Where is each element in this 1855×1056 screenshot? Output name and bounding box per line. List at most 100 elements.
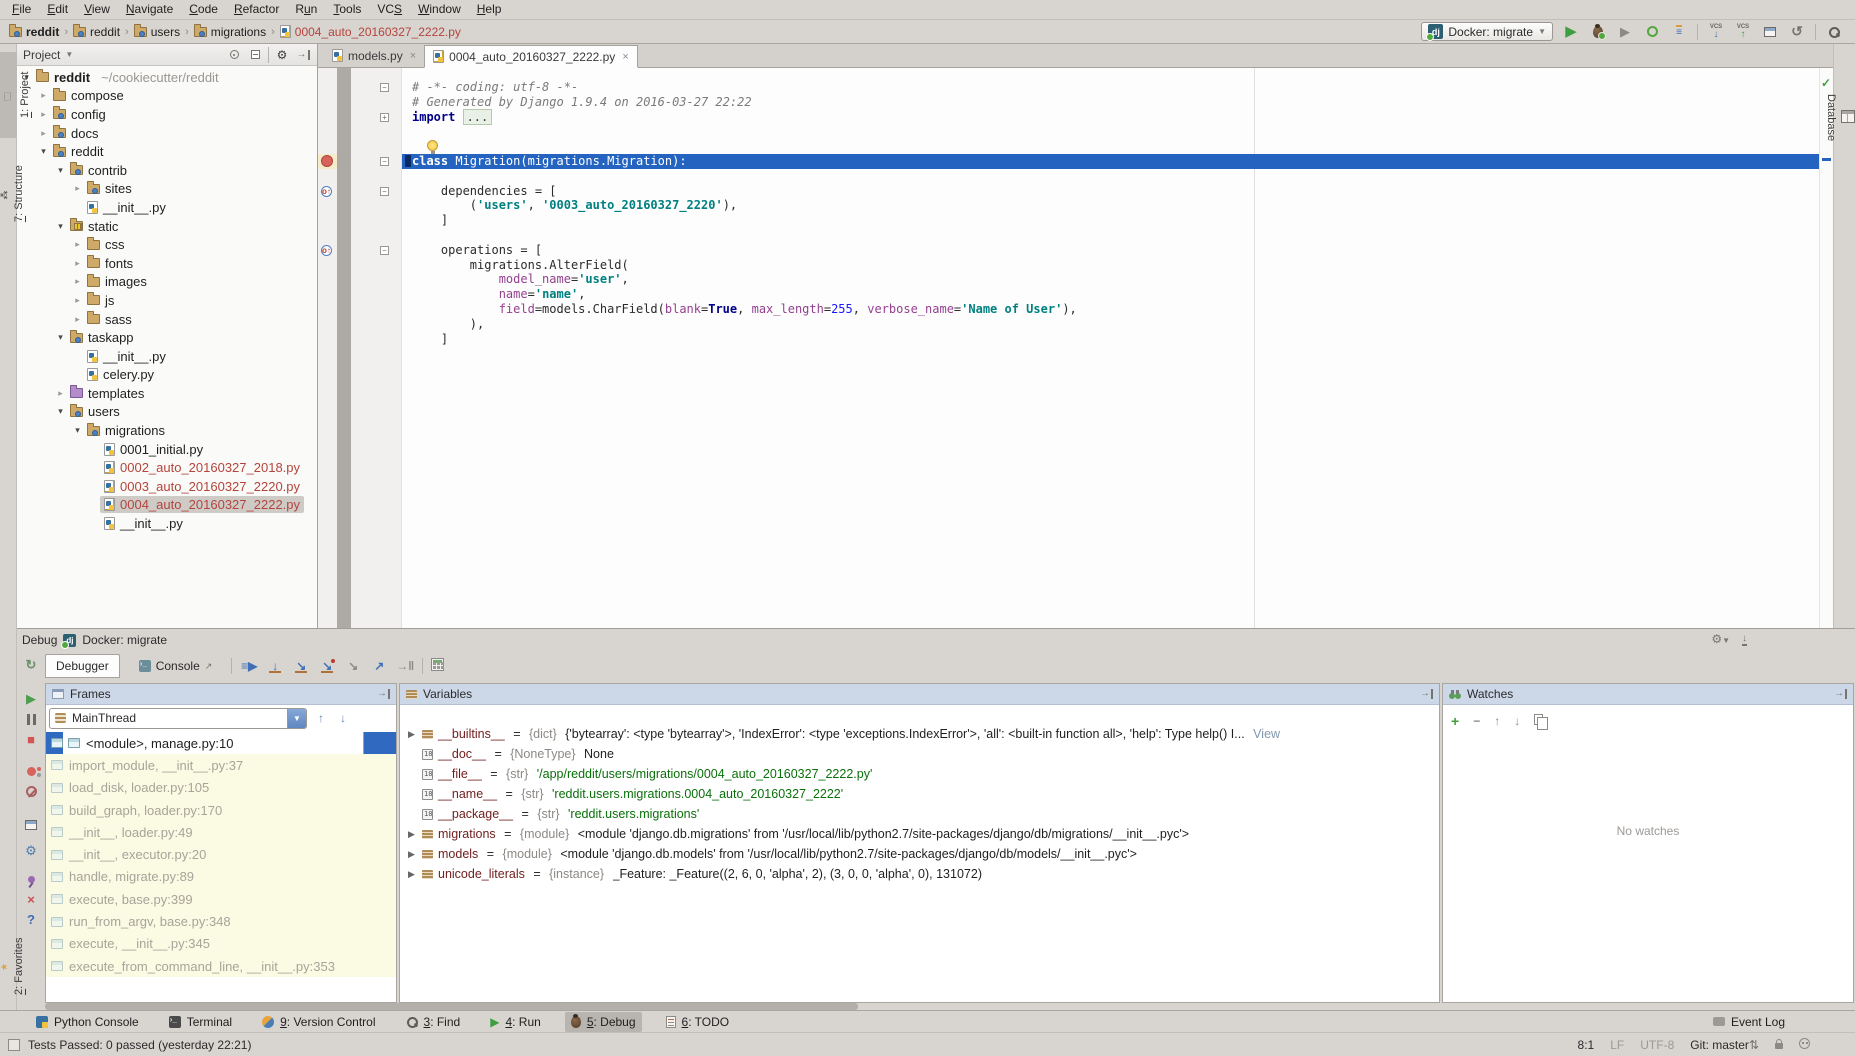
tree-item[interactable]: ▾migrations xyxy=(17,421,317,440)
tree-item[interactable]: ▸css xyxy=(17,235,317,254)
frame-row[interactable]: import_module, __init__.py:37 xyxy=(46,754,396,776)
hide-icon[interactable]: → xyxy=(1834,689,1847,699)
pause-button[interactable] xyxy=(20,709,42,729)
coverage-button[interactable]: ▶ xyxy=(1616,23,1634,41)
tree-toggle-icon[interactable]: ▸ xyxy=(72,276,83,287)
search-everywhere-button[interactable] xyxy=(1825,23,1843,41)
variable-expand-icon[interactable]: ▶ xyxy=(406,869,417,880)
tree-item[interactable]: ▾users xyxy=(17,403,317,422)
tree-toggle-icon[interactable]: ▸ xyxy=(72,258,83,269)
frame-row[interactable]: __init__, executor.py:20 xyxy=(46,843,396,865)
breadcrumb-item[interactable]: reddit xyxy=(9,25,59,39)
variable-expand-icon[interactable]: ▶ xyxy=(406,829,417,840)
variable-row[interactable]: ▶__builtins__ = {dict} {'bytearray': <ty… xyxy=(400,724,1439,744)
caret-position[interactable]: 8:1 xyxy=(1578,1038,1595,1052)
sidebar-tab-favorites[interactable]: ★ 2: Favorites xyxy=(0,920,17,1012)
run-configuration-select[interactable]: dj Docker: migrate ▼ xyxy=(1421,22,1553,41)
folded-imports[interactable]: ... xyxy=(463,109,493,125)
tree-item[interactable]: 0003_auto_20160327_2220.py xyxy=(17,477,317,496)
mute-breakpoints-button[interactable] xyxy=(20,781,42,801)
toolwindow-button-pyconsole[interactable]: Python Console xyxy=(30,1012,145,1032)
menu-item-edit[interactable]: Edit xyxy=(39,0,76,19)
pin-tab-button[interactable] xyxy=(20,869,42,889)
breadcrumb-item[interactable]: migrations xyxy=(194,25,266,39)
breadcrumb-item[interactable]: reddit xyxy=(73,25,120,39)
tree-item[interactable]: ▸templates xyxy=(17,384,317,403)
toolwindow-button-run[interactable]: ▶4: Run xyxy=(484,1012,547,1032)
frame-row[interactable]: run_from_argv, base.py:348 xyxy=(46,910,396,932)
hector-button[interactable] xyxy=(1799,1038,1810,1052)
rerun-button[interactable]: ↻ xyxy=(20,655,42,675)
tree-toggle-icon[interactable]: ▸ xyxy=(38,90,49,101)
tree-toggle-icon[interactable]: ▸ xyxy=(72,295,83,306)
menu-item-view[interactable]: View xyxy=(76,0,118,19)
compare-changes-button[interactable] xyxy=(1761,23,1779,41)
variable-row[interactable]: __file__ = {str} '/app/reddit/users/migr… xyxy=(400,764,1439,784)
tree-item[interactable]: ▸config xyxy=(17,105,317,124)
resume-button[interactable]: ▶ xyxy=(20,689,42,709)
frame-row[interactable]: build_graph, loader.py:170 xyxy=(46,799,396,821)
menu-item-run[interactable]: Run xyxy=(287,0,325,19)
menu-item-navigate[interactable]: Navigate xyxy=(118,0,181,19)
readonly-toggle[interactable] xyxy=(1775,1038,1783,1052)
variable-expand-icon[interactable]: ▶ xyxy=(406,729,417,740)
hide-icon[interactable]: → xyxy=(377,689,390,699)
smart-step-into-button[interactable]: ↘ xyxy=(344,657,362,675)
update-project-button[interactable]: VCS↓ xyxy=(1707,23,1725,41)
menu-item-file[interactable]: File xyxy=(4,0,39,19)
tree-toggle-icon[interactable]: ▸ xyxy=(72,239,83,250)
close-debugger-button[interactable]: × xyxy=(20,889,42,909)
tree-toggle-icon[interactable]: ▸ xyxy=(72,314,83,325)
editor-tab[interactable]: models.py× xyxy=(324,44,424,67)
error-stripe[interactable]: ✓ xyxy=(1819,68,1833,628)
tree-item[interactable]: ▸compose xyxy=(17,87,317,106)
debug-button[interactable] xyxy=(1589,23,1607,41)
toolwindow-button-todo[interactable]: 6: TODO xyxy=(660,1012,736,1032)
restore-layout-button[interactable] xyxy=(20,815,42,835)
evaluate-expression-button[interactable] xyxy=(431,658,444,674)
tree-item[interactable]: ▸js xyxy=(17,291,317,310)
chevron-down-icon[interactable]: ▼ xyxy=(65,50,73,59)
hide-panel-button[interactable]: → xyxy=(295,47,311,63)
git-branch-indicator[interactable]: Git: master⇅ xyxy=(1690,1038,1759,1052)
frame-row[interactable]: __init__, loader.py:49 xyxy=(46,821,396,843)
tab-debugger[interactable]: Debugger xyxy=(45,654,120,678)
tree-toggle-icon[interactable]: ▾ xyxy=(55,221,66,232)
locate-file-button[interactable] xyxy=(226,47,242,63)
tree-toggle-icon[interactable]: ▸ xyxy=(38,109,49,120)
tree-item[interactable]: ▸fonts xyxy=(17,254,317,273)
tab-close-icon[interactable]: × xyxy=(622,51,628,63)
toolwindow-button-debug[interactable]: 5: Debug xyxy=(565,1012,642,1032)
commit-button[interactable]: VCS↑ xyxy=(1734,23,1752,41)
tree-toggle-icon[interactable]: ▾ xyxy=(55,406,66,417)
step-into-button[interactable]: ↘ xyxy=(292,657,310,675)
tree-item[interactable]: 0002_auto_20160327_2018.py xyxy=(17,458,317,477)
profiler-button[interactable] xyxy=(1643,23,1661,41)
step-over-button[interactable]: ↓ xyxy=(266,657,284,675)
frame-row[interactable]: execute, __init__.py:345 xyxy=(46,933,396,955)
thread-selector[interactable]: MainThread ▼ xyxy=(49,708,307,729)
variable-row[interactable]: ▶migrations = {module} <module 'django.d… xyxy=(400,824,1439,844)
debugger-settings-button[interactable]: ⚙ xyxy=(20,841,42,861)
tree-toggle-icon[interactable]: ▾ xyxy=(38,146,49,157)
move-watch-down-button[interactable]: ↓ xyxy=(1514,714,1520,728)
frame-row[interactable]: load_disk, loader.py:105 xyxy=(46,777,396,799)
variable-expand-icon[interactable]: ▶ xyxy=(406,849,417,860)
frame-row[interactable]: execute, base.py:399 xyxy=(46,888,396,910)
step-out-button[interactable]: ↗ xyxy=(370,657,388,675)
tree-toggle-icon[interactable]: ▾ xyxy=(72,425,83,436)
panel-settings-button[interactable]: ⚙ xyxy=(274,47,290,63)
sidebar-tab-project[interactable]: 🗀 1: Project xyxy=(0,52,17,138)
breadcrumb-item[interactable]: users xyxy=(134,25,180,39)
tree-item[interactable]: ▸sites xyxy=(17,180,317,199)
menu-item-code[interactable]: Code xyxy=(181,0,226,19)
next-frame-button[interactable]: ↓ xyxy=(335,711,351,725)
frame-row[interactable]: execute_from_command_line, __init__.py:3… xyxy=(46,955,396,977)
tree-item[interactable]: ▸sass xyxy=(17,310,317,329)
run-to-cursor-button[interactable]: →‖ xyxy=(396,657,414,675)
menu-item-tools[interactable]: Tools xyxy=(325,0,369,19)
show-execution-point-button[interactable]: ≡▶ xyxy=(240,657,258,675)
tree-toggle-icon[interactable]: ▸ xyxy=(38,128,49,139)
frame-row[interactable]: <module>, manage.py:10 xyxy=(63,732,364,754)
menu-item-window[interactable]: Window xyxy=(410,0,469,19)
